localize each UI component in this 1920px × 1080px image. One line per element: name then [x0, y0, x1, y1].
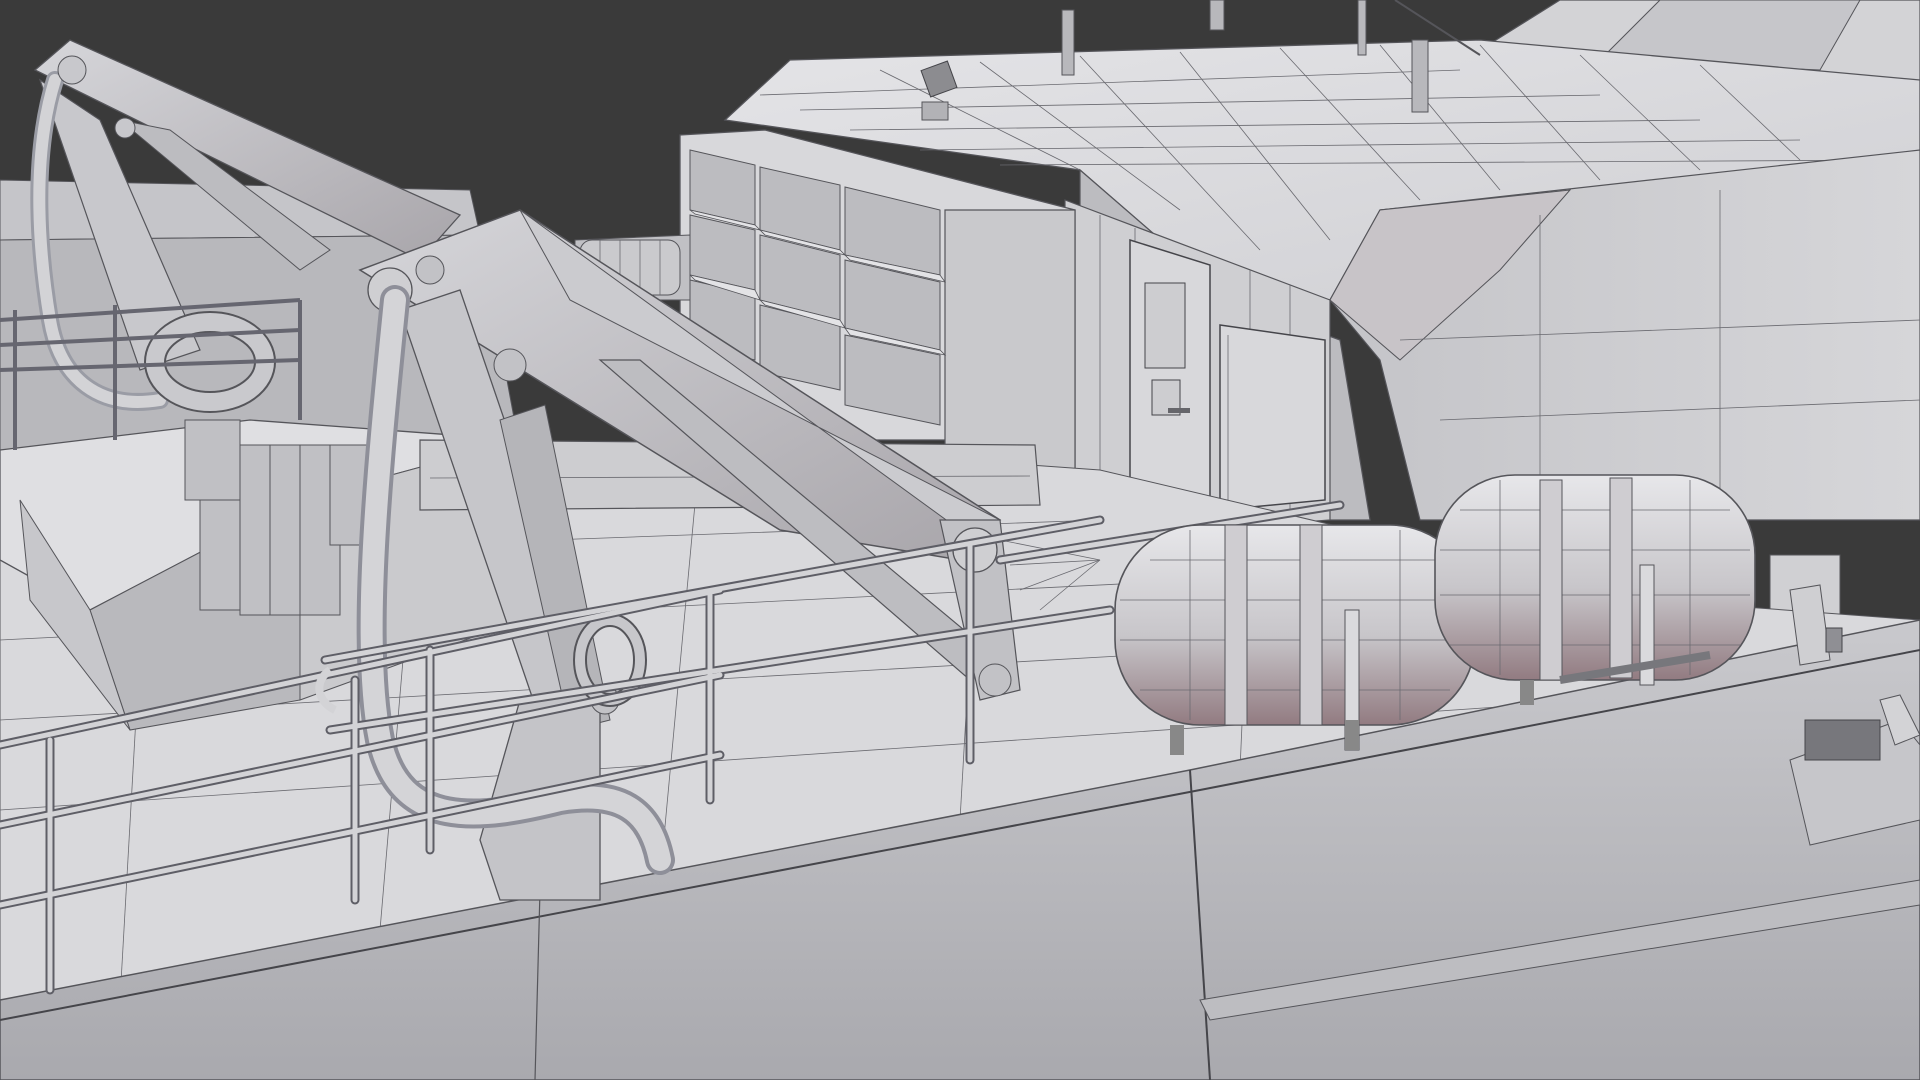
ship-deck-wireframe-render	[0, 0, 1920, 1080]
antenna-post	[1411, 39, 1429, 113]
door-handle-icon	[1168, 408, 1190, 413]
antenna-post	[1357, 0, 1367, 56]
antenna-post	[1209, 0, 1225, 31]
cabin-hatch	[1219, 324, 1326, 511]
life-raft-canister-2	[1434, 474, 1756, 705]
viewport-3d-render	[0, 0, 1920, 1080]
antenna-post	[1061, 9, 1075, 76]
